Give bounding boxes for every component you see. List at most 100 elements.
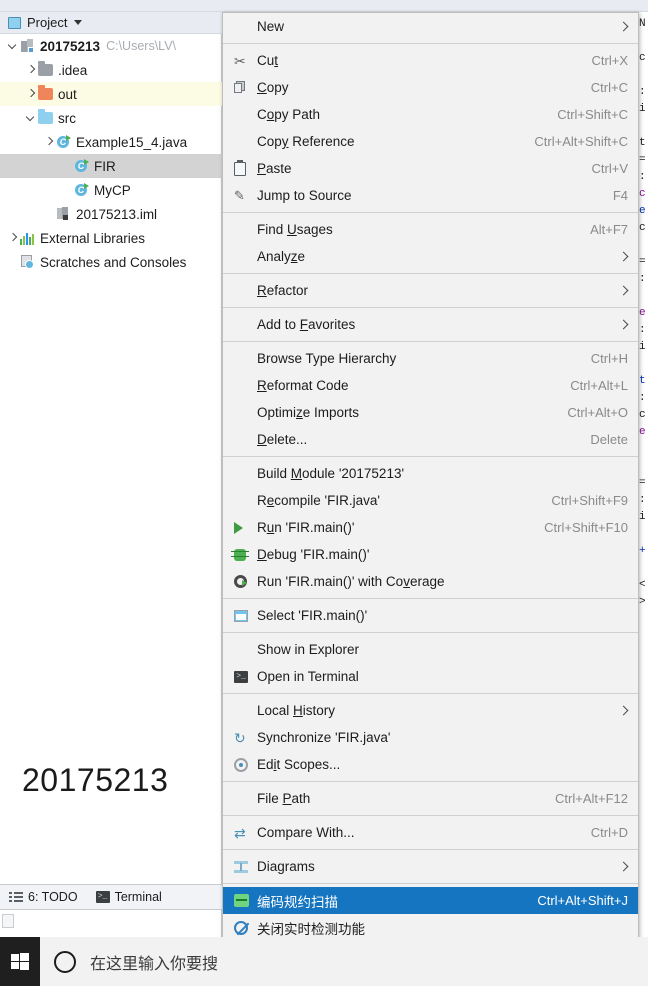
context-menu[interactable]: New ✂ Cut Ctrl+X Copy Ctrl+C Copy Path Ctrl+Shi… <box>222 12 639 986</box>
menu-item-build-module[interactable]: Build Module '20175213' <box>223 460 638 487</box>
tree-node-example15-4-java[interactable]: C Example15_4.java <box>0 130 222 154</box>
tree-node-external-libraries[interactable]: External Libraries <box>0 226 222 250</box>
menu-item-diagrams[interactable]: Diagrams <box>223 853 638 880</box>
menu-item-show-in-explorer[interactable]: Show in Explorer <box>223 636 638 663</box>
submenu-chevron-right-icon[interactable] <box>618 706 628 716</box>
menu-item-label: Find Usages <box>257 222 333 237</box>
submenu-chevron-right-icon[interactable] <box>618 862 628 872</box>
menu-item-run-with-coverage[interactable]: Run 'FIR.main()' with Coverage <box>223 568 638 595</box>
menu-item-label: Diagrams <box>257 859 315 874</box>
edit-scopes-icon <box>234 757 248 772</box>
tree-node-label: src <box>58 110 76 126</box>
tree-node-scratches-and-consoles[interactable]: Scratches and Consoles <box>0 250 222 274</box>
diagrams-icon <box>234 860 248 873</box>
menu-item-local-history[interactable]: Local History <box>223 697 638 724</box>
status-item-todo[interactable]: 6: TODO <box>9 890 78 904</box>
submenu-chevron-right-icon[interactable] <box>618 22 628 32</box>
menu-item-optimize-imports[interactable]: Optimize Imports Ctrl+Alt+O <box>223 399 638 426</box>
menu-item-label: Refactor <box>257 283 309 298</box>
code-line: e. <box>639 307 648 319</box>
tree-node-label: 20175213 <box>40 38 101 54</box>
menu-item-analyze[interactable]: Analyze <box>223 243 638 270</box>
tree-node-20175213[interactable]: 20175213 C:\Users\LV\ <box>0 34 222 58</box>
code-line: + <box>639 545 646 557</box>
chevron-right-icon[interactable] <box>42 135 56 149</box>
menu-separator <box>223 341 638 342</box>
collapse-box-icon[interactable] <box>2 914 14 928</box>
menu-item-code-convention-scan[interactable]: 编码规约扫描 Ctrl+Alt+Shift+J <box>223 887 638 914</box>
start-button[interactable] <box>0 937 40 986</box>
code-line: : <box>639 171 646 183</box>
menu-item-recompile[interactable]: Recompile 'FIR.java' Ctrl+Shift+F9 <box>223 487 638 514</box>
menu-item-paste[interactable]: Paste Ctrl+V <box>223 155 638 182</box>
menu-item-run[interactable]: Run 'FIR.main()' Ctrl+Shift+F10 <box>223 514 638 541</box>
menu-item-open-in-terminal[interactable]: >_ Open in Terminal <box>223 663 638 690</box>
menu-item-shortcut: Ctrl+Shift+F9 <box>551 493 628 508</box>
submenu-chevron-right-icon[interactable] <box>618 286 628 296</box>
menu-item-synchronize[interactable]: ↻ Synchronize 'FIR.java' <box>223 724 638 751</box>
menu-item-reformat-code[interactable]: Reformat Code Ctrl+Alt+L <box>223 372 638 399</box>
menu-item-copy-reference[interactable]: Copy Reference Ctrl+Alt+Shift+C <box>223 128 638 155</box>
menu-item-icon-slot <box>231 159 253 177</box>
code-line: c <box>639 52 646 64</box>
chevron-down-icon[interactable] <box>24 111 38 125</box>
submenu-chevron-right-icon[interactable] <box>618 252 628 262</box>
menu-item-edit-scopes[interactable]: Edit Scopes... <box>223 751 638 778</box>
menu-item-shortcut: F4 <box>612 188 628 203</box>
chevron-right-icon[interactable] <box>6 231 20 245</box>
project-tree[interactable]: 20175213 C:\Users\LV\ .idea out src C Example1… <box>0 34 222 274</box>
chevron-down-icon[interactable] <box>6 39 20 53</box>
taskbar-search-box[interactable]: 在这里输入你要搜 <box>40 937 648 986</box>
menu-item-refactor[interactable]: Refactor <box>223 277 638 304</box>
menu-item-compare-with[interactable]: ⇄ Compare With... Ctrl+D <box>223 819 638 846</box>
code-line: < <box>639 579 646 591</box>
code-line: c <box>639 222 646 234</box>
menu-item-label: Optimize Imports <box>257 405 360 420</box>
menu-item-icon-slot <box>231 466 253 482</box>
project-panel-header[interactable]: Project <box>0 12 222 34</box>
menu-item-label: Analyze <box>257 249 306 264</box>
menu-item-copy-path[interactable]: Copy Path Ctrl+Shift+C <box>223 101 638 128</box>
menu-item-label: New <box>257 19 285 34</box>
menu-item-new[interactable]: New <box>223 13 638 40</box>
menu-item-label: Select 'FIR.main()' <box>257 608 368 623</box>
menu-item-debug[interactable]: Debug 'FIR.main()' <box>223 541 638 568</box>
tree-node-20175213-iml[interactable]: 20175213.iml <box>0 202 222 226</box>
chevron-down-icon[interactable] <box>74 20 83 25</box>
chevron-right-icon[interactable] <box>24 63 38 77</box>
menu-item-icon-slot <box>231 608 253 624</box>
tree-node-label: FIR <box>94 158 116 174</box>
taskbar-search-placeholder: 在这里输入你要搜 <box>90 955 219 973</box>
menu-item-icon-slot <box>231 134 253 150</box>
tree-node-mycp[interactable]: C MyCP <box>0 178 222 202</box>
menu-item-find-usages[interactable]: Find Usages Alt+F7 <box>223 216 638 243</box>
submenu-chevron-right-icon[interactable] <box>618 320 628 330</box>
cut-icon: ✂ <box>234 52 246 69</box>
menu-item-file-path[interactable]: File Path Ctrl+Alt+F12 <box>223 785 638 812</box>
menu-item-shortcut: Ctrl+Alt+L <box>570 378 628 393</box>
code-line: N <box>639 18 646 30</box>
chevron-right-icon[interactable] <box>24 87 38 101</box>
tree-node-fir[interactable]: C FIR <box>0 154 222 178</box>
menu-item-browse-type-hierarchy[interactable]: Browse Type Hierarchy Ctrl+H <box>223 345 638 372</box>
status-item-terminal[interactable]: >_ Terminal <box>95 890 162 904</box>
menu-item-jump-to-source[interactable]: ✎ Jump to Source F4 <box>223 182 638 209</box>
menu-item-copy[interactable]: Copy Ctrl+C <box>223 74 638 101</box>
menu-item-icon-slot <box>231 405 253 421</box>
tree-node--idea[interactable]: .idea <box>0 58 222 82</box>
module-icon <box>20 39 35 53</box>
menu-item-select[interactable]: Select 'FIR.main()' <box>223 602 638 629</box>
menu-item-cut[interactable]: ✂ Cut Ctrl+X <box>223 47 638 74</box>
menu-item-add-to-favorites[interactable]: Add to Favorites <box>223 311 638 338</box>
tree-node-label: Example15_4.java <box>76 134 188 150</box>
tree-node-out[interactable]: out <box>0 82 222 106</box>
menu-item-icon-slot: ✂ <box>231 53 253 69</box>
menu-item-delete[interactable]: Delete... Delete <box>223 426 638 453</box>
tree-node-src[interactable]: src <box>0 106 222 130</box>
menu-item-label: Edit Scopes... <box>257 757 341 772</box>
jump-to-source-icon: ✎ <box>234 187 245 203</box>
